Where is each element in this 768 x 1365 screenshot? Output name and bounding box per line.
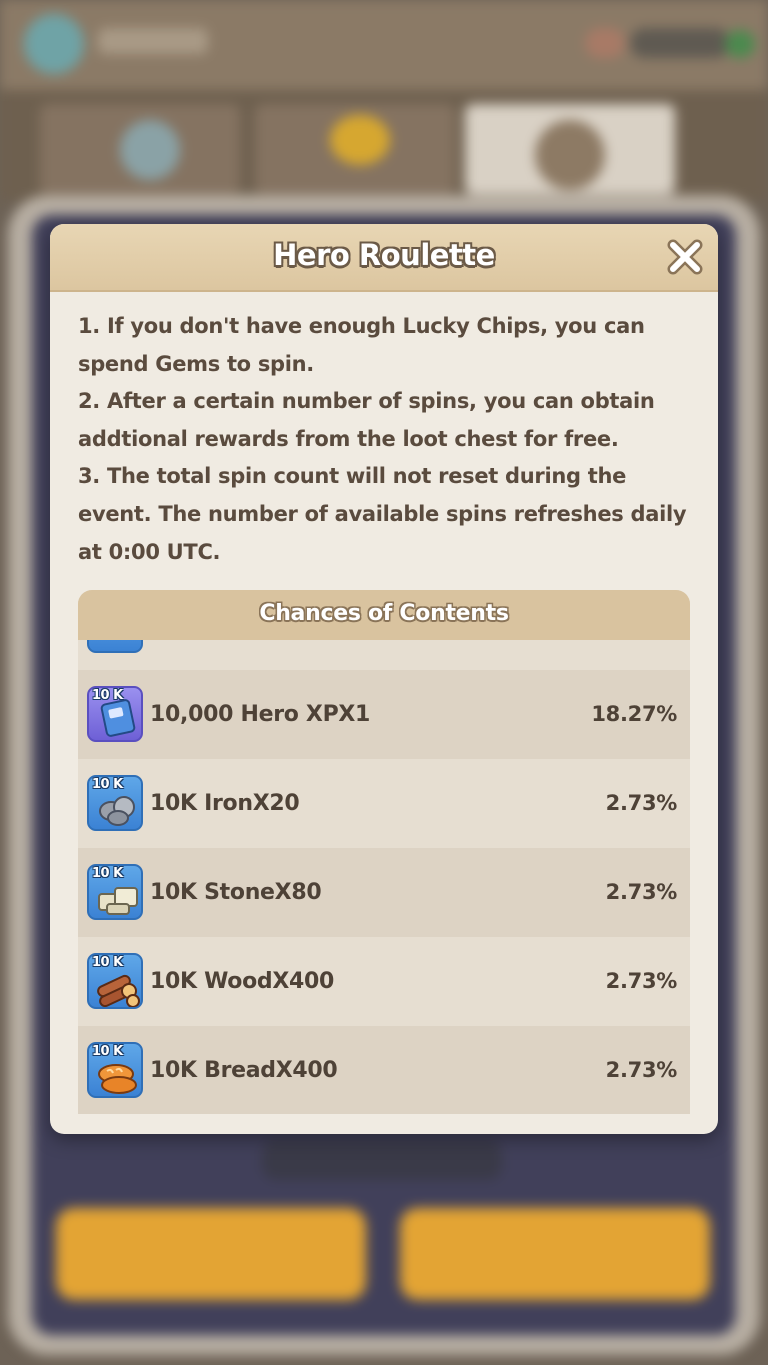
resource-icon xyxy=(585,28,625,58)
list-item: 10 K 10,000 Hero XPX1 18.27% xyxy=(78,670,690,759)
hero-roulette-info-dialog: Hero Roulette 1. If you don't have enoug… xyxy=(50,224,718,1134)
close-button[interactable] xyxy=(664,236,706,278)
rule-2: 2. After a certain number of spins, you … xyxy=(78,389,655,451)
item-name: 10,000 Hero XPX1 xyxy=(150,702,371,727)
item-name: 10K IronX20 xyxy=(150,791,300,816)
add-resource-icon xyxy=(725,30,755,58)
item-badge: 10 K xyxy=(92,866,123,881)
list-item: 10 K 10K WoodX400 2.73% xyxy=(78,937,690,1026)
list-item: 10 K 10K IronX20 2.73% xyxy=(78,759,690,848)
item-chance: 2.73% xyxy=(605,1058,678,1082)
chances-table[interactable]: Chances of Contents 10 K 10,000 Hero XPX… xyxy=(78,590,690,1114)
stone-icon: 10 K xyxy=(87,864,143,920)
resource-counter xyxy=(630,28,730,58)
item-name: 10K BreadX400 xyxy=(150,1058,338,1083)
player-avatar xyxy=(24,14,84,74)
item-chance: 2.73% xyxy=(605,791,678,815)
iron-ore-icon: 10 K xyxy=(87,775,143,831)
hero-xp-book-icon: 10 K xyxy=(87,686,143,742)
dialog-header: Hero Roulette xyxy=(50,224,718,292)
player-name-plate xyxy=(98,28,208,54)
multi-spin-button xyxy=(400,1208,710,1300)
dialog-title: Hero Roulette xyxy=(273,238,495,272)
rule-3: 3. The total spin count will not reset d… xyxy=(78,464,687,564)
item-name: 10K StoneX80 xyxy=(150,880,322,905)
item-chance: 2.73% xyxy=(605,969,678,993)
spin-count-label xyxy=(262,1140,502,1180)
item-chance: 18.27% xyxy=(591,702,677,726)
tab-icon xyxy=(120,120,180,180)
list-item: 10 K 10K BreadX400 2.73% xyxy=(78,1026,690,1114)
item-badge: 10 K xyxy=(92,688,123,703)
rule-1: 1. If you don't have enough Lucky Chips,… xyxy=(78,314,645,376)
close-icon xyxy=(667,239,703,275)
list-item: 10 K 10K StoneX80 2.73% xyxy=(78,848,690,937)
chances-title: Chances of Contents xyxy=(259,601,509,626)
spin-button xyxy=(56,1208,366,1300)
bread-icon: 10 K xyxy=(87,1042,143,1098)
wood-logs-icon: 10 K xyxy=(87,953,143,1009)
tab-icon xyxy=(330,115,390,165)
item-badge: 10 K xyxy=(92,955,123,970)
item-badge: 10 K xyxy=(92,777,123,792)
chances-header: Chances of Contents xyxy=(78,590,690,640)
item-name: 10K WoodX400 xyxy=(150,969,335,994)
item-chance: 2.73% xyxy=(605,880,678,904)
item-badge: 10 K xyxy=(92,1044,123,1059)
rules-description: 1. If you don't have enough Lucky Chips,… xyxy=(78,308,698,571)
tab-icon xyxy=(535,120,605,190)
